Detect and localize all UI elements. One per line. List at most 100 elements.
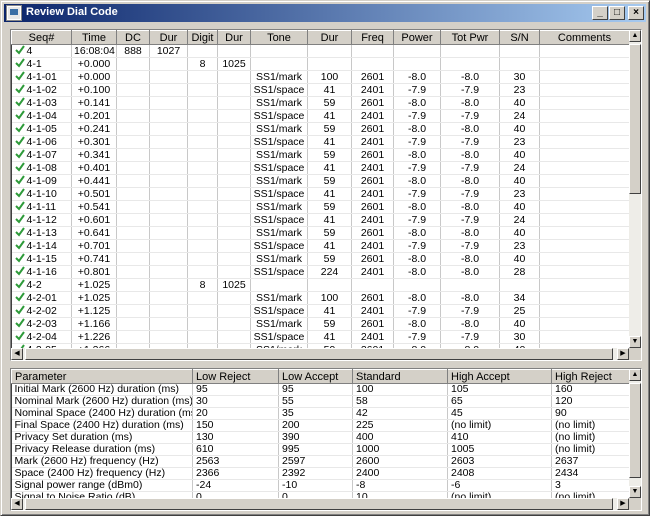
- table-row[interactable]: Nominal Mark (2600 Hz) duration (ms) 30 55…: [11, 395, 630, 408]
- close-button[interactable]: ×: [628, 6, 644, 20]
- cell-dur: [217, 109, 251, 123]
- table-row[interactable]: 4-1-12 +0.601 SS1/space 41 2401 -7.9 -7.9 24: [11, 213, 630, 227]
- results-vertical-thumb[interactable]: [629, 44, 641, 194]
- table-row[interactable]: 4-2 +1.025 8 1025: [11, 278, 630, 292]
- cell-tone: SS1/mark: [250, 200, 308, 214]
- param-cell-low-accept: 95: [278, 383, 353, 396]
- param-header-low-accept[interactable]: Low Accept: [278, 369, 353, 384]
- cell-digit: [187, 200, 218, 214]
- table-row[interactable]: 4-2-03 +1.166 SS1/mark 59 2601 -8.0 -8.0 40: [11, 317, 630, 331]
- column-header-dur-7[interactable]: Dur: [307, 30, 352, 45]
- results-horizontal-scrollbar[interactable]: ◀ ▶: [11, 348, 629, 360]
- arrow-left-icon[interactable]: ◀: [11, 498, 23, 510]
- column-header-tone-6[interactable]: Tone: [250, 30, 308, 45]
- column-header-tot-pwr-10[interactable]: Tot Pwr: [440, 30, 500, 45]
- table-row[interactable]: Privacy Set duration (ms) 130 390 400 410 (no…: [11, 431, 630, 444]
- table-row[interactable]: 4-1-04 +0.201 SS1/space 41 2401 -7.9 -7.9 24: [11, 109, 630, 123]
- table-row[interactable]: 4-1-09 +0.441 SS1/mark 59 2601 -8.0 -8.0 40: [11, 174, 630, 188]
- cell-freq: 2601: [351, 252, 394, 266]
- arrow-down-icon[interactable]: ▼: [629, 336, 641, 348]
- parameters-horizontal-thumb[interactable]: [25, 498, 613, 510]
- column-header-power-9[interactable]: Power: [393, 30, 441, 45]
- table-row[interactable]: 4-1-05 +0.241 SS1/mark 59 2601 -8.0 -8.0 40: [11, 122, 630, 136]
- param-cell-low-reject: 610: [192, 443, 279, 456]
- column-header-comments-12[interactable]: Comments: [539, 30, 630, 45]
- param-header-high-reject[interactable]: High Reject: [551, 369, 630, 384]
- column-header-s-n-11[interactable]: S/N: [499, 30, 540, 45]
- table-row[interactable]: Signal power range (dBm0) -24 -10 -8 -6 3: [11, 479, 630, 492]
- table-row[interactable]: 4-1-01 +0.000 SS1/mark 100 2601 -8.0 -8.0 30: [11, 70, 630, 84]
- cell-dc: [116, 330, 150, 344]
- param-header-parameter[interactable]: Parameter: [11, 369, 193, 384]
- cell-s-n: [499, 278, 540, 292]
- maximize-button[interactable]: □: [609, 6, 625, 20]
- parameters-vertical-scrollbar[interactable]: ▲ ▼: [629, 369, 641, 498]
- table-row[interactable]: 4-1-10 +0.501 SS1/space 41 2401 -7.9 -7.9 23: [11, 187, 630, 201]
- table-row[interactable]: 4-1-16 +0.801 SS1/space 224 2401 -8.0 -8.0 28: [11, 265, 630, 279]
- arrow-right-icon[interactable]: ▶: [617, 498, 629, 510]
- cell-digit: [187, 239, 218, 253]
- cell-tot-pwr: -8.0: [440, 226, 500, 240]
- seq-cell: 4-1-04: [11, 109, 72, 123]
- table-row[interactable]: Space (2400 Hz) frequency (Hz) 2366 2392 24…: [11, 467, 630, 480]
- cell-comments: [539, 57, 630, 71]
- seq-label: 4-1-10: [26, 188, 57, 200]
- table-row[interactable]: 4-2-02 +1.125 SS1/space 41 2401 -7.9 -7.9 25: [11, 304, 630, 318]
- results-vertical-scrollbar[interactable]: ▲ ▼: [629, 30, 641, 348]
- checkmark-icon: [14, 266, 25, 276]
- table-row[interactable]: Mark (2600 Hz) frequency (Hz) 2563 2597 260…: [11, 455, 630, 468]
- table-row[interactable]: Initial Mark (2600 Hz) duration (ms) 95 95…: [11, 383, 630, 396]
- cell-s-n: 28: [499, 265, 540, 279]
- seq-label: 4-1-06: [26, 136, 57, 148]
- seq-label: 4-1-02: [26, 84, 57, 96]
- table-row[interactable]: 4-1-11 +0.541 SS1/mark 59 2601 -8.0 -8.0 40: [11, 200, 630, 214]
- param-cell-high-accept: 410: [447, 431, 552, 444]
- table-row[interactable]: Privacy Release duration (ms) 610 995 1000 1…: [11, 443, 630, 456]
- table-row[interactable]: 4-1-15 +0.741 SS1/mark 59 2601 -8.0 -8.0 40: [11, 252, 630, 266]
- table-row[interactable]: 4-1-03 +0.141 SS1/mark 59 2601 -8.0 -8.0 40: [11, 96, 630, 110]
- table-row[interactable]: 4-1 +0.000 8 1025: [11, 57, 630, 71]
- arrow-right-icon[interactable]: ▶: [617, 348, 629, 360]
- table-row[interactable]: 4 16:08:04 888 1027: [11, 44, 630, 58]
- cell-digit: [187, 96, 218, 110]
- table-row[interactable]: 4-1-08 +0.401 SS1/space 41 2401 -7.9 -7.9 24: [11, 161, 630, 175]
- table-row[interactable]: 4-1-13 +0.641 SS1/mark 59 2601 -8.0 -8.0 40: [11, 226, 630, 240]
- param-header-low-reject[interactable]: Low Reject: [192, 369, 279, 384]
- arrow-up-icon[interactable]: ▲: [629, 369, 641, 381]
- table-row[interactable]: 4-1-02 +0.100 SS1/space 41 2401 -7.9 -7.9 23: [11, 83, 630, 97]
- column-header-seq-0[interactable]: Seq#: [11, 30, 72, 45]
- column-header-time-1[interactable]: Time: [71, 30, 117, 45]
- seq-label: 4-1-11: [26, 201, 57, 213]
- column-header-dc-2[interactable]: DC: [116, 30, 150, 45]
- arrow-down-icon[interactable]: ▼: [629, 486, 641, 498]
- param-header-standard[interactable]: Standard: [352, 369, 448, 384]
- column-header-digit-4[interactable]: Digit: [187, 30, 218, 45]
- minimize-button[interactable]: _: [592, 6, 608, 20]
- column-header-freq-8[interactable]: Freq: [351, 30, 394, 45]
- table-row[interactable]: 4-2-01 +1.025 SS1/mark 100 2601 -8.0 -8.0 34: [11, 291, 630, 305]
- column-header-dur-3[interactable]: Dur: [149, 30, 188, 45]
- param-cell-high-accept: 105: [447, 383, 552, 396]
- table-row[interactable]: Final Space (2400 Hz) duration (ms) 150 20…: [11, 419, 630, 432]
- cell-tot-pwr: -8.0: [440, 122, 500, 136]
- table-row[interactable]: 4-2-04 +1.226 SS1/space 41 2401 -7.9 -7.9 30: [11, 330, 630, 344]
- results-header-row: Seq# Time DC Dur Digit Dur Tone Dur Freq Power Tot…: [11, 30, 630, 45]
- title-bar[interactable]: Review Dial Code _ □ ×: [4, 4, 646, 22]
- table-row[interactable]: Nominal Space (2400 Hz) duration (ms) 20 3…: [11, 407, 630, 420]
- table-row[interactable]: 4-1-14 +0.701 SS1/space 41 2401 -7.9 -7.9 23: [11, 239, 630, 253]
- param-header-high-accept[interactable]: High Accept: [447, 369, 552, 384]
- parameters-vertical-thumb[interactable]: [629, 383, 641, 478]
- table-row[interactable]: 4-1-07 +0.341 SS1/mark 59 2601 -8.0 -8.0 40: [11, 148, 630, 162]
- table-row[interactable]: 4-1-06 +0.301 SS1/space 41 2401 -7.9 -7.9 23: [11, 135, 630, 149]
- arrow-up-icon[interactable]: ▲: [629, 30, 641, 42]
- cell-freq: 2401: [351, 83, 394, 97]
- cell-dc: [116, 83, 150, 97]
- results-table: Seq# Time DC Dur Digit Dur Tone Dur Freq Power Tot…: [11, 30, 630, 360]
- parameters-horizontal-scrollbar[interactable]: ◀ ▶: [11, 498, 629, 510]
- cell-tone: SS1/mark: [250, 174, 308, 188]
- results-horizontal-thumb[interactable]: [25, 348, 613, 360]
- column-header-dur-5[interactable]: Dur: [217, 30, 251, 45]
- cell-digit: [187, 252, 218, 266]
- seq-cell: 4-2-01: [11, 291, 72, 305]
- arrow-left-icon[interactable]: ◀: [11, 348, 23, 360]
